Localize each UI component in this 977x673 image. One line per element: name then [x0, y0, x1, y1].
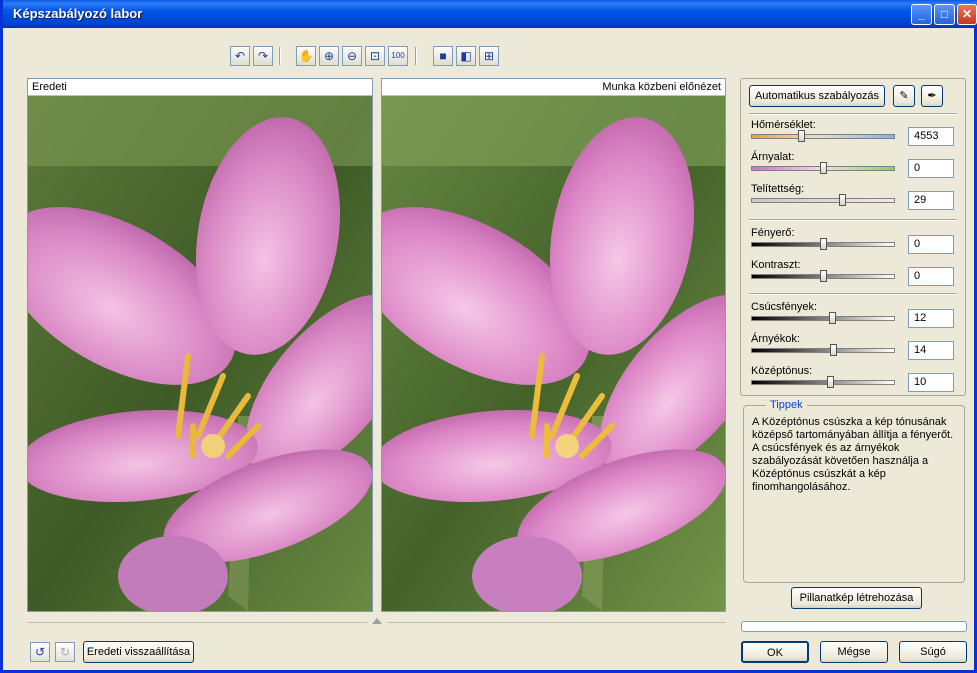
toolbar-separator [415, 47, 417, 65]
slider-thumb[interactable] [820, 270, 827, 282]
original-photo [28, 96, 372, 611]
single-view-icon[interactable]: ■ [433, 46, 453, 66]
tips-box: Tippek A Középtónus csúszka a kép tónusá… [743, 399, 965, 583]
adjustment-panel: Automatikus szabályozás ✎ ✒ Hőmérséklet:… [740, 78, 966, 396]
quad-view-icon[interactable]: ⊞ [479, 46, 499, 66]
slider-value-input[interactable]: 4553 [908, 127, 954, 146]
maximize-button[interactable]: □ [934, 4, 955, 25]
separator [749, 113, 957, 115]
rotate-left-icon[interactable]: ↶ [230, 46, 250, 66]
undo-icon[interactable]: ↺ [30, 642, 50, 662]
slider-thumb[interactable] [829, 312, 836, 324]
slider-label: Csúcsfények: [751, 301, 818, 313]
preview-pane[interactable]: Munka közbeni előnézet [381, 78, 726, 612]
slider-label: Fényerő: [751, 227, 795, 239]
slider-thumb[interactable] [798, 130, 805, 142]
pane-splitter-handle[interactable] [372, 618, 382, 624]
cancel-button[interactable]: Mégse [820, 641, 888, 663]
toolbar-separator [279, 47, 281, 65]
slider-thumb[interactable] [827, 376, 834, 388]
eyedropper-black-icon[interactable]: ✒ [921, 85, 943, 107]
separator [749, 219, 957, 221]
minimize-button[interactable]: _ [911, 4, 932, 25]
slider-track[interactable] [751, 198, 895, 203]
fit-icon[interactable]: ⊡ [365, 46, 385, 66]
slider-thumb[interactable] [830, 344, 837, 356]
slider-value-input[interactable]: 10 [908, 373, 954, 392]
rotate-right-icon[interactable]: ↷ [253, 46, 273, 66]
slider-label: Árnyalat: [751, 151, 795, 163]
original-label: Eredeti [28, 79, 372, 96]
slider-thumb[interactable] [820, 238, 827, 250]
hand-icon[interactable]: ✋ [296, 46, 316, 66]
actual-size-icon[interactable]: 100 [388, 46, 408, 66]
pane-divider-right [387, 622, 726, 623]
slider-label: Hőmérséklet: [751, 119, 816, 131]
slider-label: Kontraszt: [751, 259, 801, 271]
preview-photo [382, 96, 725, 611]
redo-icon[interactable]: ↻ [55, 642, 75, 662]
ok-button[interactable]: OK [741, 641, 809, 663]
reset-original-button[interactable]: Eredeti visszaállítása [83, 641, 194, 663]
slider-value-input[interactable]: 12 [908, 309, 954, 328]
slider-track[interactable] [751, 134, 895, 139]
split-view-icon[interactable]: ◧ [456, 46, 476, 66]
slider-thumb[interactable] [839, 194, 846, 206]
progress-bar [741, 621, 967, 632]
close-button[interactable]: ✕ [957, 4, 977, 25]
slider-track[interactable] [751, 316, 895, 321]
slider-value-input[interactable]: 14 [908, 341, 954, 360]
tips-title: Tippek [766, 399, 807, 411]
tips-text: A Középtónus csúszka a kép tónusának köz… [752, 416, 954, 493]
slider-thumb[interactable] [820, 162, 827, 174]
preview-label: Munka közbeni előnézet [382, 79, 725, 96]
title-bar[interactable]: Képszabályozó labor _ □ ✕ [3, 0, 977, 28]
slider-track[interactable] [751, 380, 895, 385]
original-pane[interactable]: Eredeti [27, 78, 373, 612]
image-adjustment-lab-window: Képszabályozó labor _ □ ✕ ↶ ↷ ✋ ⊕ ⊖ ⊡ 10… [0, 0, 977, 673]
slider-track[interactable] [751, 348, 895, 353]
slider-label: Árnyékok: [751, 333, 800, 345]
auto-adjust-button[interactable]: Automatikus szabályozás [749, 85, 885, 107]
window-title: Képszabályozó labor [13, 6, 143, 21]
snapshot-button[interactable]: Pillanatkép létrehozása [791, 587, 922, 609]
slider-value-input[interactable]: 0 [908, 159, 954, 178]
eyedropper-white-icon[interactable]: ✎ [893, 85, 915, 107]
slider-value-input[interactable]: 0 [908, 267, 954, 286]
slider-value-input[interactable]: 29 [908, 191, 954, 210]
pane-divider-left [27, 622, 367, 623]
zoom-in-icon[interactable]: ⊕ [319, 46, 339, 66]
help-button[interactable]: Súgó [899, 641, 967, 663]
zoom-out-icon[interactable]: ⊖ [342, 46, 362, 66]
slider-label: Középtónus: [751, 365, 813, 377]
slider-label: Telítettség: [751, 183, 805, 195]
slider-value-input[interactable]: 0 [908, 235, 954, 254]
separator [749, 293, 957, 295]
